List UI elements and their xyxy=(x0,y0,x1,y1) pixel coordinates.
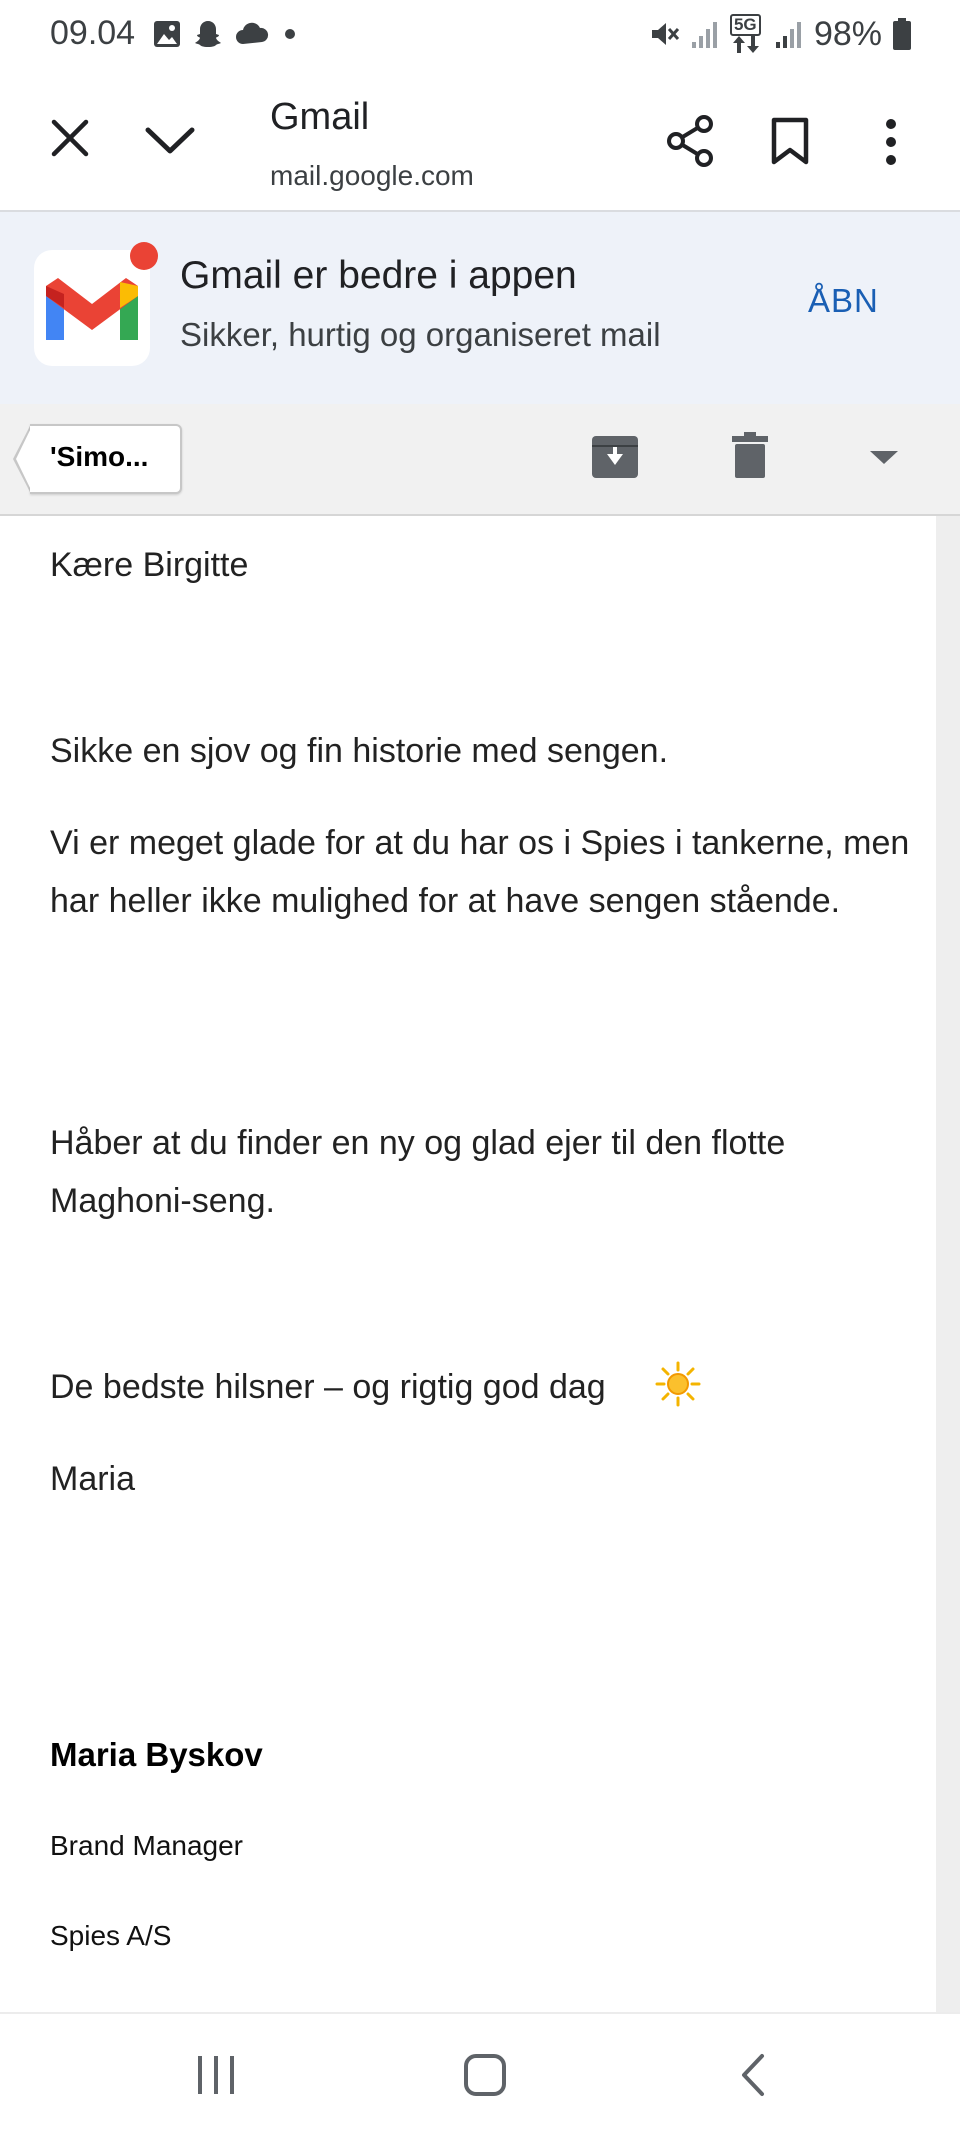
open-app-button[interactable]: ÅBN xyxy=(808,282,879,320)
recents-icon[interactable] xyxy=(196,2054,236,2096)
status-bar: 09.04 5G 98% xyxy=(0,0,960,70)
signature-company: Spies A/S xyxy=(50,1920,172,1951)
email-paragraph: Håber at du finder en ny og glad ejer ti… xyxy=(50,1124,786,1220)
page-url: mail.google.com xyxy=(270,160,474,191)
mail-toolbar: 'Simo... xyxy=(0,404,960,516)
system-nav-bar xyxy=(0,2012,960,2135)
email-closing-name: Maria xyxy=(50,1460,136,1498)
mute-icon xyxy=(651,23,680,45)
cloud-icon xyxy=(236,22,269,44)
gmail-logo-icon xyxy=(46,278,138,340)
gallery-icon xyxy=(154,21,180,47)
battery-icon xyxy=(893,18,911,50)
back-button-label[interactable]: 'Simo... xyxy=(50,441,148,473)
status-right-icons: 5G 98% xyxy=(648,14,912,54)
chevron-down-icon[interactable] xyxy=(144,124,196,156)
page-title: Gmail xyxy=(270,96,370,138)
email-paragraph: Vi er meget glade for at du har os i Spi… xyxy=(50,824,910,920)
home-icon[interactable] xyxy=(462,2052,508,2098)
dot-icon xyxy=(285,29,295,39)
signal-icon xyxy=(691,22,717,48)
signature-name: Maria Byskov xyxy=(50,1736,263,1773)
more-vert-icon[interactable] xyxy=(874,116,908,168)
trash-icon[interactable] xyxy=(730,430,770,480)
status-time: 09.04 xyxy=(50,14,136,52)
custom-tab-toolbar: Gmail mail.google.com xyxy=(0,70,960,212)
snapchat-icon xyxy=(195,21,221,47)
banner-subtitle: Sikker, hurtig og organiseret mail xyxy=(180,316,661,353)
dropdown-icon[interactable] xyxy=(868,448,900,466)
email-paragraph: De bedste hilsner – og rigtig god dag xyxy=(50,1368,606,1406)
sun-icon xyxy=(655,1361,701,1407)
notification-dot xyxy=(130,242,158,270)
close-icon[interactable] xyxy=(48,116,92,160)
bookmark-icon[interactable] xyxy=(768,116,812,168)
email-body: Kære Birgitte Sikke en sjov og fin histo… xyxy=(24,516,936,2012)
network-type-label: 5G xyxy=(729,14,761,36)
signature-title: Brand Manager xyxy=(50,1830,244,1861)
battery-percentage: 98% xyxy=(813,14,882,53)
signal-icon xyxy=(775,22,801,48)
back-icon[interactable] xyxy=(738,2052,768,2098)
network-type-badge: 5G xyxy=(729,14,764,54)
archive-icon[interactable] xyxy=(590,432,640,482)
email-paragraph: Sikke en sjov og fin historie med sengen… xyxy=(50,732,669,770)
app-promo-banner[interactable]: Gmail er bedre i appen Sikker, hurtig og… xyxy=(0,212,960,404)
share-icon[interactable] xyxy=(664,114,718,168)
back-pill-arrow-fill xyxy=(16,426,32,492)
banner-title: Gmail er bedre i appen xyxy=(180,254,577,297)
page-gutter xyxy=(936,516,960,2012)
status-left-icons xyxy=(152,18,300,50)
email-greeting: Kære Birgitte xyxy=(50,546,249,584)
data-arrows-icon xyxy=(732,36,759,53)
gmail-logo xyxy=(34,250,150,366)
